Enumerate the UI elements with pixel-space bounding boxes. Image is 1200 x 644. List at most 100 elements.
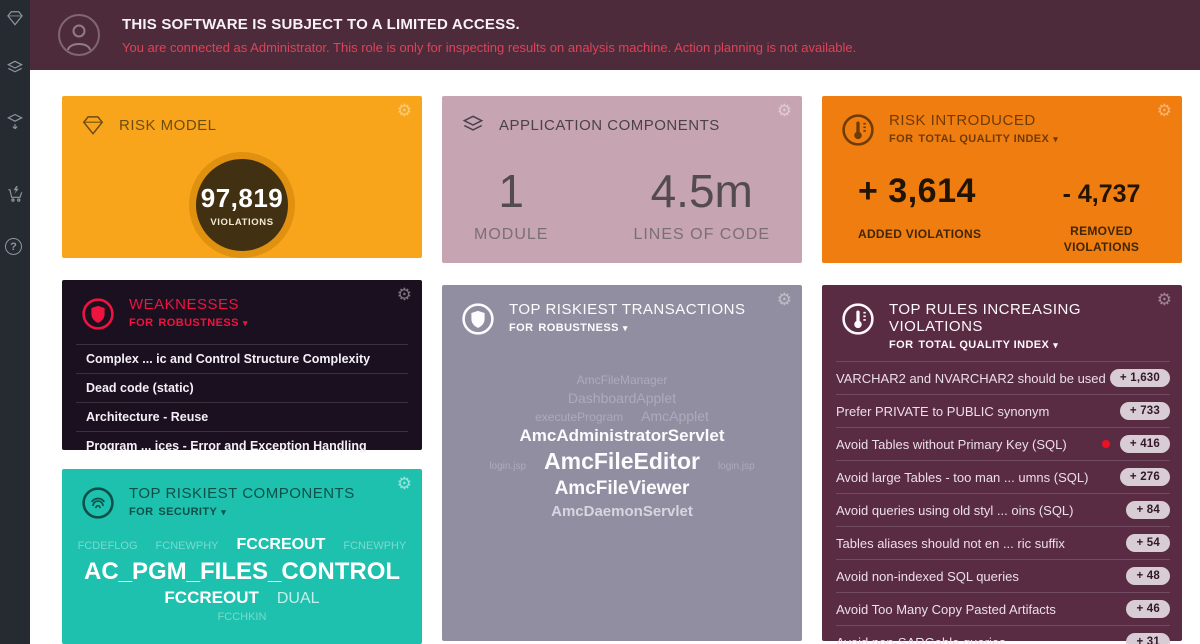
metric-name: ROBUSTNESS [538,322,618,334]
rule-row[interactable]: Avoid non-indexed SQL queries + 48 [836,559,1170,592]
cloud-word[interactable]: FCCHKIN [218,610,267,624]
rule-label: Avoid large Tables - too man ... umns (S… [836,470,1088,485]
cloud-row: AmcDaemonServlet [551,502,693,522]
banner-text: THIS SOFTWARE IS SUBJECT TO A LIMITED AC… [122,16,856,55]
metric-name: ROBUSTNESS [158,317,238,329]
cloud-row: AC_PGM_FILES_CONTROL [84,556,400,587]
added-count-badge: + 733 [1120,402,1170,420]
cloud-word[interactable]: AmcFileManager [577,373,668,389]
added-count-badge: + 31 [1126,633,1170,644]
cloud-row: DashboardApplet [568,389,676,407]
cloud-word[interactable]: DashboardApplet [568,389,676,407]
module-value: 1 [474,164,548,218]
thermometer-icon [840,112,876,148]
rule-label: Avoid non-SARGable queries [836,635,1006,644]
help-icon[interactable]: ? [5,238,25,258]
components-icon [460,112,486,138]
thermometer-icon [840,301,876,337]
rule-row[interactable]: Avoid queries using old styl ... oins (S… [836,493,1170,526]
rule-row[interactable]: Tables aliases should not en ... ric suf… [836,526,1170,559]
cloud-word[interactable]: AmcDaemonServlet [551,502,693,522]
cloud-word[interactable]: AmcFileEditor [544,447,700,477]
column-1: ⚙ RISK MODEL 97,819 VIOLATIONS ⚙ [62,96,422,644]
cloud-word[interactable]: FCDEFLOG [78,539,138,553]
improvement-cart-icon[interactable] [5,184,25,204]
cloud-word[interactable]: login.jsp [489,460,526,473]
card-settings-gear-icon[interactable]: ⚙ [1157,102,1172,119]
card-title: TOP RULES INCREASING VIOLATIONS [889,301,1166,335]
violations-label: VIOLATIONS [210,217,273,228]
card-title: WEAKNESSES [129,296,248,313]
rule-metrics: + 276 [1120,468,1170,486]
column-3: ⚙ RISK INTRODUCED FORTOTAL QUALITY INDEX… [822,96,1182,644]
rule-row[interactable]: Avoid non-SARGable queries + 31 [836,625,1170,644]
fingerprint-icon [80,485,116,521]
cloud-row: login.jsp AmcFileEditor login.jsp [489,447,754,477]
banner-subtitle: You are connected as Administrator. This… [122,40,856,55]
module-delivery-icon[interactable] [5,112,25,132]
card-settings-gear-icon[interactable]: ⚙ [397,102,412,119]
shield-icon [80,296,116,332]
user-avatar-icon [58,14,100,56]
rule-metrics: + 48 [1126,567,1170,585]
rule-metrics: + 54 [1126,534,1170,552]
metric-selector[interactable]: FORROBUSTNESS▾ [509,322,745,334]
card-settings-gear-icon[interactable]: ⚙ [397,475,412,492]
card-title: TOP RISKIEST TRANSACTIONS [509,301,745,318]
rule-row[interactable]: Avoid Tables without Primary Key (SQL)+ … [836,427,1170,460]
for-label: FOR [129,317,153,329]
loc-label: LINES OF CODE [633,226,770,244]
metric-selector[interactable]: FOR ROBUSTNESS ▾ [129,317,248,329]
cloud-word[interactable]: AmcFileViewer [555,477,690,502]
weakness-item[interactable]: Architecture - Reuse [76,402,408,431]
added-count-badge: + 276 [1120,468,1170,486]
rule-metrics: + 31 [1126,633,1170,644]
cloud-word[interactable]: AmcApplet [641,407,709,425]
for-label: FOR [889,339,913,351]
card-title: TOP RISKIEST COMPONENTS [129,485,355,502]
chevron-down-icon: ▾ [243,318,248,328]
added-violations-value: + 3,614 [858,172,981,211]
rule-row[interactable]: VARCHAR2 and NVARCHAR2 should be used+ 1… [836,361,1170,394]
cloud-word[interactable]: FCNEWPHY [343,539,406,553]
added-count-badge: + 46 [1126,600,1170,618]
metric-selector[interactable]: FORSECURITY▾ [129,506,355,518]
rule-row[interactable]: Prefer PRIVATE to PUBLIC synonym + 733 [836,394,1170,427]
cloud-word[interactable]: AmcAdministratorServlet [519,425,724,447]
cloud-word[interactable]: DUAL [277,589,320,610]
column-2: ⚙ APPLICATION COMPONENTS 1 MODULE 4.5m L… [442,96,802,644]
rule-row[interactable]: Avoid Too Many Copy Pasted Artifacts+ 46 [836,592,1170,625]
gem-icon[interactable] [5,8,25,28]
removed-violations-label: REMOVED VIOLATIONS [1049,223,1154,255]
card-title: APPLICATION COMPONENTS [499,117,720,134]
card-settings-gear-icon[interactable]: ⚙ [777,291,792,308]
cloud-word[interactable]: login.jsp [718,460,755,473]
rule-label: Avoid non-indexed SQL queries [836,569,1019,584]
weakness-item[interactable]: Complex ... ic and Control Structure Com… [76,344,408,373]
metric-selector[interactable]: FORTOTAL QUALITY INDEX▾ [889,339,1166,351]
components-icon[interactable] [5,58,25,78]
cloud-word[interactable]: executeProgram [535,410,623,426]
card-settings-gear-icon[interactable]: ⚙ [1157,291,1172,308]
cloud-word[interactable]: FCCREOUT [237,535,326,556]
module-label: MODULE [474,226,548,244]
weakness-item[interactable]: Program ... ices - Error and Exception H… [76,431,408,461]
cloud-word[interactable]: FCNEWPHY [156,539,219,553]
added-count-badge: + 84 [1126,501,1170,519]
question-glyph: ? [10,241,17,253]
card-settings-gear-icon[interactable]: ⚙ [777,102,792,119]
card-settings-gear-icon[interactable]: ⚙ [397,286,412,303]
removed-violations-value: - 4,737 [1049,180,1154,209]
metric-selector[interactable]: FORTOTAL QUALITY INDEX▾ [889,133,1058,145]
cloud-row: executeProgram AmcApplet [535,407,709,426]
cloud-word[interactable]: FCCREOUT [164,587,258,609]
rule-label: Avoid queries using old styl ... oins (S… [836,503,1074,518]
cloud-word[interactable]: AC_PGM_FILES_CONTROL [84,556,400,587]
violations-counter[interactable]: 97,819 VIOLATIONS [189,152,295,258]
rule-row[interactable]: Avoid large Tables - too man ... umns (S… [836,460,1170,493]
violations-value: 97,819 [201,183,284,214]
for-label: FOR [889,133,913,145]
rule-label: Prefer PRIVATE to PUBLIC synonym [836,404,1049,419]
module-stat: 1 MODULE [474,164,548,244]
weakness-item[interactable]: Dead code (static) [76,373,408,402]
